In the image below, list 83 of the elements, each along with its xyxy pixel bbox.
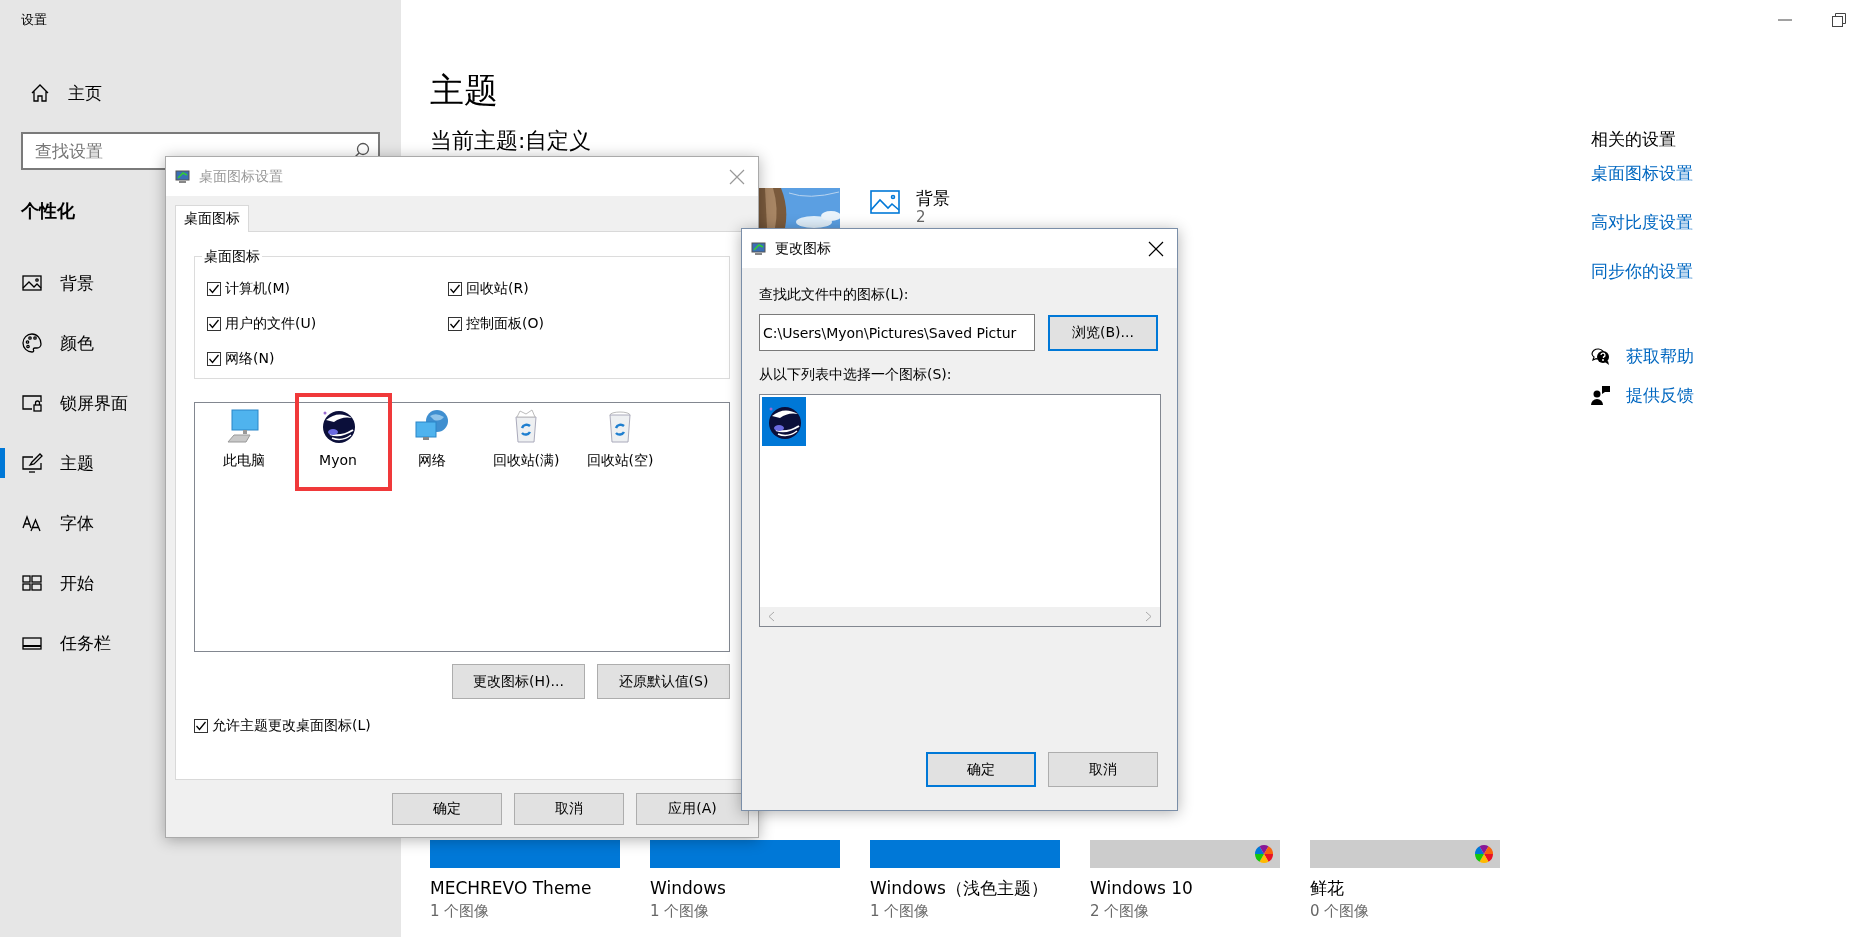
checkbox[interactable]: 网络(N): [207, 349, 275, 369]
swirl-icon: [320, 408, 356, 444]
theme-preview[interactable]: [1090, 840, 1280, 868]
icon-label[interactable]: 回收站(空): [586, 451, 654, 469]
checkbox[interactable]: 计算机(M): [207, 279, 290, 299]
checkmark-icon: [208, 353, 220, 365]
theme-name: Windows: [650, 877, 726, 899]
theme-image-count: 1 个图像: [430, 901, 490, 921]
color-wheel-icon: [1474, 844, 1494, 864]
chat-bubbles-icon: [1591, 346, 1611, 366]
nav-item[interactable]: 锁屏界面: [0, 373, 136, 433]
background-count: 2: [916, 208, 927, 226]
theme-name: 鲜花: [1310, 877, 1344, 899]
current-theme: 当前主题:自定义: [430, 128, 592, 154]
page-title: 主题: [430, 70, 498, 110]
dialog-button[interactable]: 确定: [926, 752, 1036, 787]
checkmark-icon: [208, 318, 220, 330]
path-field[interactable]: C:\Users\Myon\Pictures\Saved Pictur: [759, 314, 1035, 351]
theme-image-count: 2 个图像: [1090, 901, 1150, 921]
dialog-button[interactable]: 取消: [514, 793, 624, 825]
checkbox[interactable]: 用户的文件(U): [207, 314, 317, 334]
theme-name: Windows（浅色主题）: [870, 877, 1048, 899]
home-icon: [30, 83, 50, 103]
theme-image-count: 0 个图像: [1310, 901, 1370, 921]
dialog-button[interactable]: 更改图标(H)...: [452, 664, 585, 699]
theme-name: MECHREVO Theme: [430, 877, 592, 899]
picture-icon: [870, 190, 900, 214]
checkmark-icon: [449, 318, 461, 330]
checkbox[interactable]: 允许主题更改桌面图标(L): [194, 716, 371, 736]
monitor-icon: [175, 168, 191, 185]
browse-button[interactable]: 浏览(B)...: [1048, 314, 1158, 351]
icon-label[interactable]: 此电脑: [223, 451, 265, 469]
computer-icon: [226, 408, 262, 444]
dialog-title: 桌面图标设置: [199, 167, 284, 186]
checkmark-icon: [449, 283, 461, 295]
background-label: 背景: [916, 188, 950, 208]
icon-label[interactable]: 回收站(满): [492, 451, 560, 469]
help-link[interactable]: 获取帮助: [1591, 344, 1694, 368]
nav-item[interactable]: 任务栏: [0, 613, 119, 673]
theme-name: Windows 10: [1090, 877, 1193, 899]
picture-icon: [21, 272, 43, 294]
dialog-button[interactable]: 确定: [392, 793, 502, 825]
restore-button[interactable]: [1831, 12, 1847, 28]
home-link[interactable]: 主页: [30, 81, 102, 105]
checkbox[interactable]: 回收站(R): [448, 279, 529, 299]
close-button[interactable]: [1147, 239, 1165, 258]
checkbox[interactable]: 控制面板(O): [448, 314, 544, 334]
nav-item[interactable]: 背景: [0, 253, 102, 313]
field-label: 从以下列表中选择一个图标(S):: [759, 365, 952, 383]
nav-item[interactable]: 开始: [0, 553, 102, 613]
color-wheel-icon: [1254, 844, 1274, 864]
horizontal-scrollbar[interactable]: [760, 607, 1160, 626]
palette-icon: [21, 332, 43, 354]
field-label: 查找此文件中的图标(L):: [759, 285, 909, 303]
theme-image-count: 1 个图像: [870, 901, 930, 921]
nav-item[interactable]: 颜色: [0, 313, 102, 373]
checkmark-icon: [195, 720, 207, 732]
checkmark-icon: [208, 283, 220, 295]
related-settings-title: 相关的设置: [1591, 128, 1676, 150]
settings-link[interactable]: 同步你的设置: [1591, 260, 1693, 282]
theme-preview[interactable]: [1310, 840, 1500, 868]
settings-link[interactable]: 高对比度设置: [1591, 211, 1693, 233]
theme-image-count: 1 个图像: [650, 901, 710, 921]
icon-label[interactable]: Myon: [319, 451, 357, 469]
settings-link[interactable]: 桌面图标设置: [1591, 162, 1693, 184]
dialog-button[interactable]: 应用(A): [636, 793, 749, 825]
icon-label[interactable]: 网络: [418, 451, 446, 469]
feedback-icon: [1591, 385, 1611, 405]
dialog-button[interactable]: 取消: [1048, 752, 1158, 787]
feedback-link[interactable]: 提供反馈: [1591, 383, 1694, 407]
section-title: 个性化: [21, 199, 75, 223]
lock-screen-icon: [21, 392, 43, 414]
start-grid-icon: [21, 572, 43, 594]
theme-icon: [21, 452, 43, 474]
dialog-title: 更改图标: [775, 239, 832, 258]
nav-item[interactable]: 主题: [0, 433, 102, 493]
dialog-button[interactable]: 还原默认值(S): [597, 664, 730, 699]
nav-item[interactable]: 字体: [0, 493, 102, 553]
icon-option[interactable]: [762, 397, 806, 446]
group-title: 桌面图标: [202, 247, 262, 265]
monitor-icon: [751, 240, 767, 257]
tab[interactable]: 桌面图标: [175, 205, 249, 232]
app-title: 设置: [21, 11, 47, 29]
